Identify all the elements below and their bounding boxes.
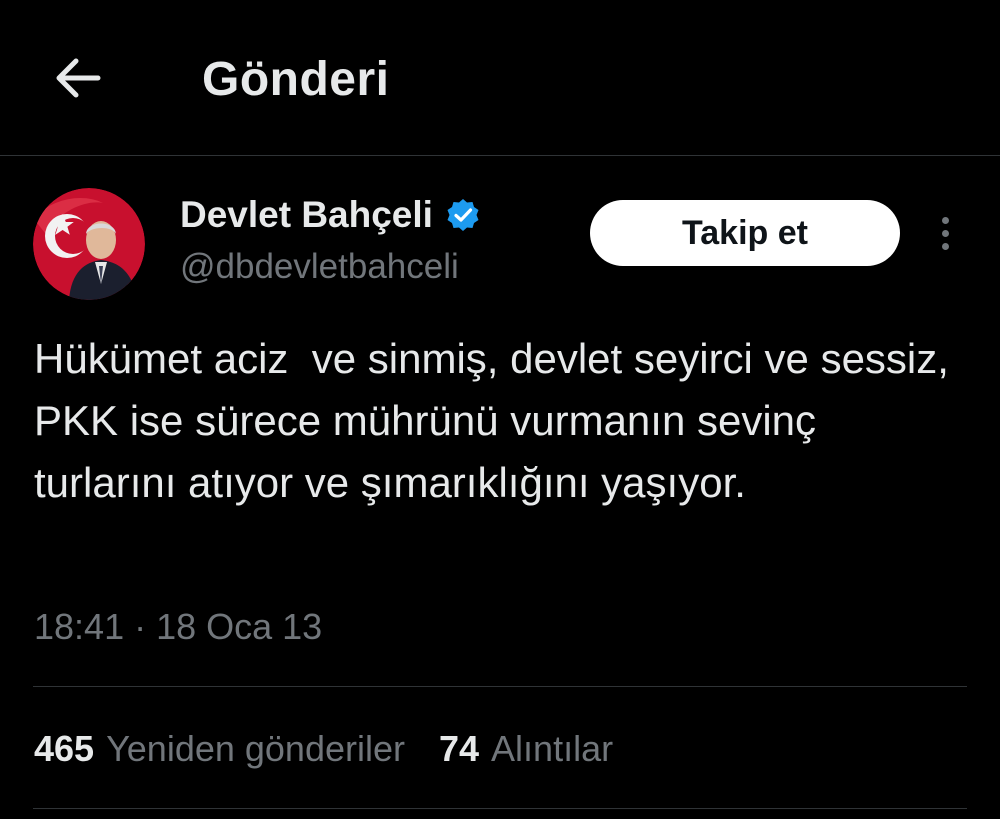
more-vertical-icon [941,216,949,224]
tweet-stats: 465 Yeniden gönderiler 74 Alıntılar [34,726,647,772]
tweet-text: Hükümet aciz ve sinmiş, devlet seyirci v… [34,335,961,506]
more-vertical-icon-dot [941,229,949,237]
author-name: Devlet Bahçeli [180,194,433,235]
more-vertical-icon-dot [941,242,949,250]
quotes-count: 74 [439,728,480,769]
avatar[interactable] [33,188,145,300]
back-button[interactable] [48,52,106,104]
quotes-stat[interactable]: 74 Alıntılar [439,726,613,772]
author-handle[interactable]: @dbdevletbahceli [180,245,459,289]
author-name-row[interactable]: Devlet Bahçeli [180,192,481,238]
divider [33,686,967,687]
reposts-stat[interactable]: 465 Yeniden gönderiler [34,726,405,772]
top-bar: Gönderi [0,0,1000,156]
arrow-left-icon [56,58,101,98]
follow-button[interactable]: Takip et [590,200,900,266]
divider [33,808,967,809]
quotes-label: Alıntılar [491,728,614,769]
tweet-timestamp[interactable]: 18:41 · 18 Oca 13 [34,604,322,650]
verified-badge-icon [445,197,481,233]
more-options-button[interactable] [928,208,962,258]
profile-photo [33,188,145,300]
page-title: Gönderi [202,53,390,106]
reposts-label: Yeniden gönderiler [106,728,405,769]
reposts-count: 465 [34,728,95,769]
